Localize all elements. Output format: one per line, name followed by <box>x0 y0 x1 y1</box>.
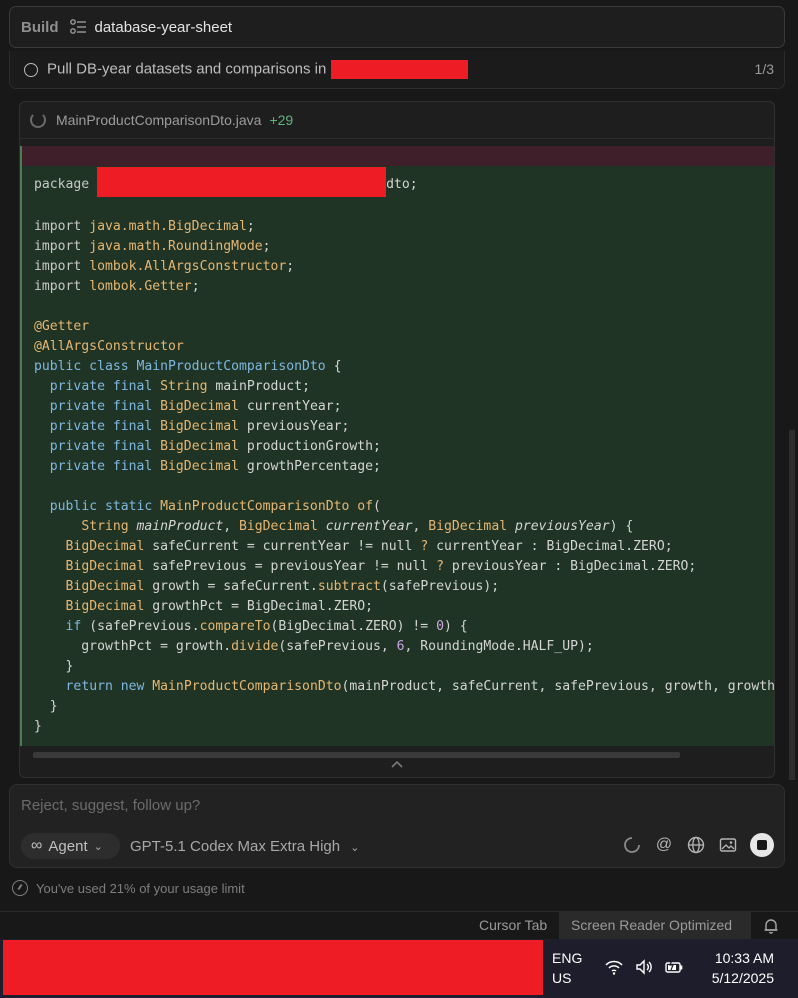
task-count: 1/3 <box>754 61 774 77</box>
redaction-box <box>331 60 469 79</box>
code-diff[interactable]: package dto; import java.math.BigDecimal… <box>20 146 774 746</box>
app-window: Build database-year-sheet Pull DB-year d… <box>0 0 798 998</box>
cursor-tab-status[interactable]: Cursor Tab <box>479 917 547 933</box>
infinity-icon: ∞ <box>31 837 43 854</box>
os-taskbar: ENG US 10:33 AM 5/12/2025 <box>0 939 798 998</box>
file-name[interactable]: MainProductComparisonDto.java <box>56 112 261 128</box>
globe-icon[interactable] <box>686 835 706 855</box>
redaction-box <box>3 940 543 995</box>
lang-line1: ENG <box>552 950 583 966</box>
stop-icon <box>757 840 767 850</box>
agent-label: Agent <box>48 837 88 855</box>
circle-icon <box>24 62 38 77</box>
bell-icon[interactable] <box>762 917 780 935</box>
chevron-down-icon: ⌄ <box>93 840 103 853</box>
input-tools: @ <box>622 833 774 857</box>
build-label: Build <box>21 18 59 36</box>
input-language[interactable]: ENG US <box>552 948 582 988</box>
build-title: database-year-sheet <box>94 18 233 36</box>
system-tray <box>604 957 684 977</box>
chat-input-box[interactable]: Reject, suggest, follow up? ∞ Agent ⌄ GP… <box>9 784 785 868</box>
vertical-scrollbar[interactable] <box>789 430 795 780</box>
agent-mode-button[interactable]: ∞ Agent ⌄ <box>21 833 120 859</box>
clock-time: 10:33 AM <box>714 950 774 966</box>
build-header[interactable]: Build database-year-sheet <box>9 6 785 48</box>
package-tail: dto; <box>386 177 418 192</box>
horizontal-scrollbar[interactable] <box>33 752 680 758</box>
task-label: Pull DB-year datasets and comparisons in <box>47 60 327 78</box>
additions-count: +29 <box>269 112 294 128</box>
file-header[interactable]: MainProductComparisonDto.java +29 <box>20 102 774 139</box>
model-selector[interactable]: GPT-5.1 Codex Max Extra High ⌄ <box>130 838 359 855</box>
status-bar: Cursor Tab Screen Reader Optimized <box>0 911 798 940</box>
battery-charging-icon[interactable] <box>664 957 684 977</box>
clock-date: 5/12/2025 <box>711 970 774 986</box>
gauge-icon <box>12 880 28 896</box>
at-icon[interactable]: @ <box>654 835 674 855</box>
model-label: GPT-5.1 Codex Max Extra High <box>130 838 341 855</box>
removed-line <box>22 146 774 166</box>
chevron-up-icon[interactable] <box>390 758 404 770</box>
code-block: package dto; import java.math.BigDecimal… <box>34 167 774 737</box>
task-text: Pull DB-year datasets and comparisons in <box>47 60 469 79</box>
file-diff-card: MainProductComparisonDto.java +29 packag… <box>19 101 775 778</box>
package-keyword: package <box>34 177 90 192</box>
image-icon[interactable] <box>718 835 738 855</box>
list-tree-icon <box>69 19 86 34</box>
chat-input-placeholder[interactable]: Reject, suggest, follow up? <box>21 797 200 814</box>
usage-notice: You've used 21% of your usage limit <box>12 880 245 896</box>
stop-button[interactable] <box>750 833 774 857</box>
volume-icon[interactable] <box>634 957 654 977</box>
loading-spinner-icon <box>624 837 640 853</box>
redaction-box <box>97 167 387 197</box>
clock[interactable]: 10:33 AM 5/12/2025 <box>712 948 774 988</box>
screen-reader-status[interactable]: Screen Reader Optimized <box>571 917 732 933</box>
spinner-icon <box>30 112 46 128</box>
usage-text: You've used 21% of your usage limit <box>36 880 245 896</box>
lang-line2: US <box>552 970 572 986</box>
wifi-icon[interactable] <box>604 957 624 977</box>
chevron-down-icon: ⌄ <box>350 842 360 854</box>
task-item[interactable]: Pull DB-year datasets and comparisons in… <box>9 51 785 89</box>
